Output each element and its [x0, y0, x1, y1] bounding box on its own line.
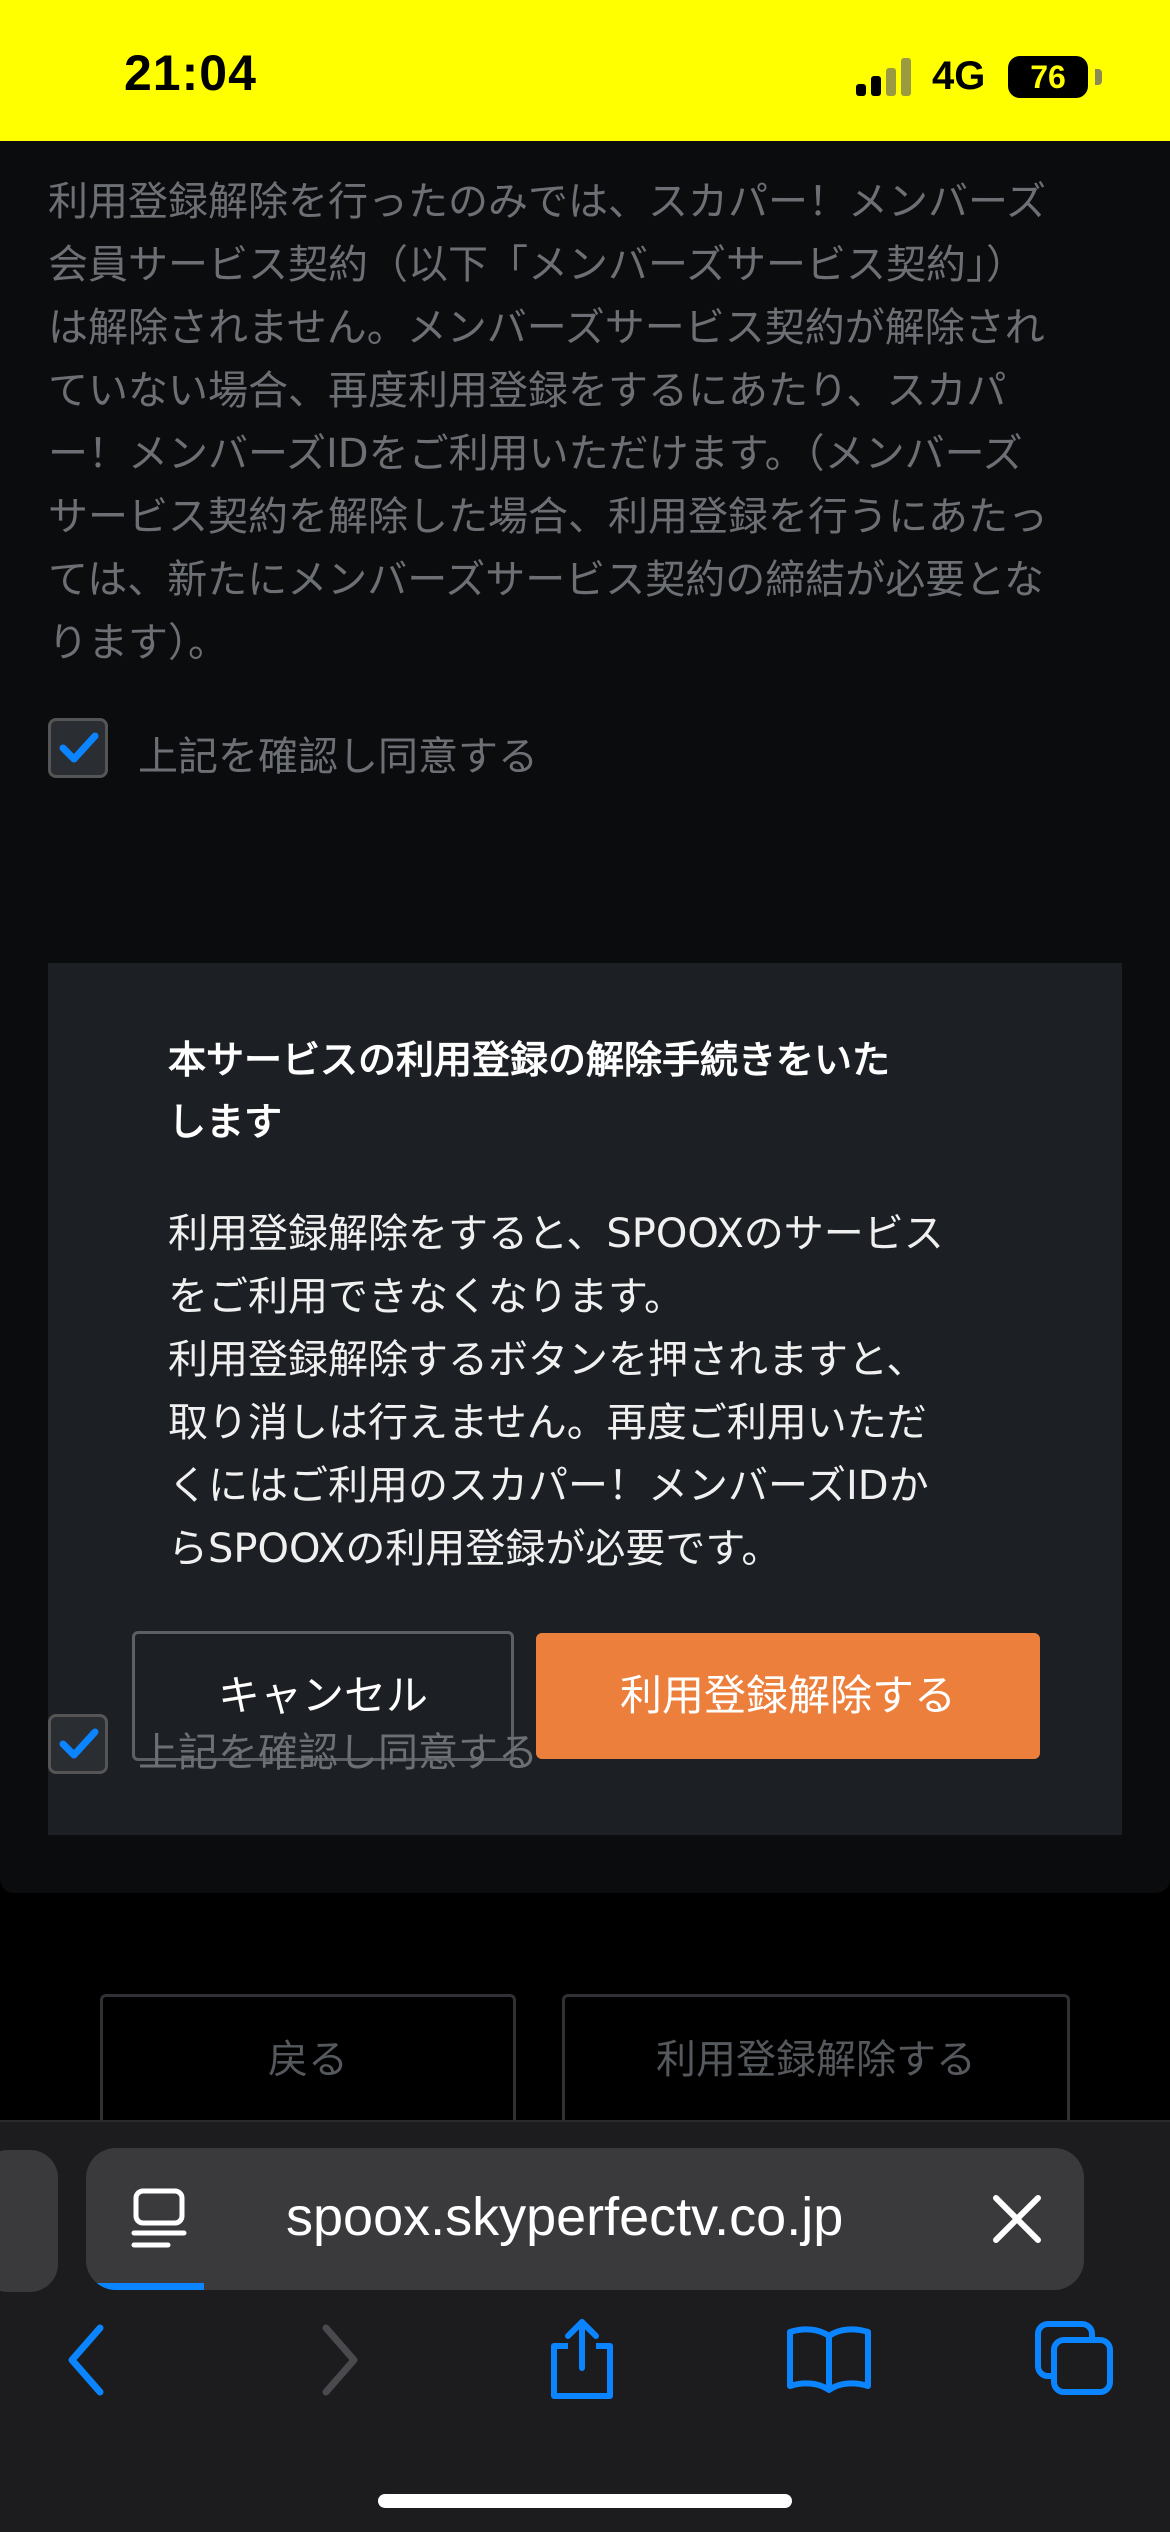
terms-line: サービス契約を解除した場合、利用登録を行うにあたっ [48, 494, 1048, 540]
share-icon[interactable] [546, 2316, 618, 2402]
terms-line: ては、新たにメンバーズサービス契約の締結が必要とな [48, 557, 1044, 603]
dialog-body-line: 取り消しは行えません。再度ご利用いただ [168, 1400, 927, 1446]
terms-line: 会員サービス契約（以下「メンバーズサービス契約」） [48, 242, 1026, 288]
agree-checkbox[interactable] [48, 718, 108, 778]
page-content: 利用登録解除を行ったのみでは、スカパー！メンバーズ 会員サービス契約（以下「メン… [0, 141, 1170, 1893]
terms-line: ー！メンバーズIDをご利用いただけます。（メンバーズ [48, 431, 1023, 477]
page-icon[interactable] [130, 2188, 200, 2250]
dialog-body-line: くにはご利用のスカパー！メンバーズIDか [168, 1463, 929, 1509]
agree-label-2: 上記を確認し同意する [138, 1730, 538, 1776]
agree-label: 上記を確認し同意する [138, 734, 538, 780]
confirm-unsubscribe-button[interactable]: 利用登録解除する [536, 1633, 1040, 1759]
terms-line: 利用登録解除を行ったのみでは、スカパー！メンバーズ [48, 179, 1046, 225]
unsubscribe-button[interactable]: 利用登録解除する [562, 1994, 1070, 2134]
terms-line: ります）。 [48, 620, 228, 666]
url-text[interactable]: spoox.skyperfectv.co.jp [286, 2186, 843, 2248]
dialog-body: 利用登録解除をすると、SPOOXのサービス をご利用できなくなります。 利用登録… [168, 1203, 988, 1581]
address-bar[interactable]: spoox.skyperfectv.co.jp [86, 2148, 1084, 2290]
terms-paragraph: 利用登録解除を行ったのみでは、スカパー！メンバーズ 会員サービス契約（以下「メン… [48, 171, 1128, 675]
tabs-icon[interactable] [1032, 2318, 1116, 2398]
back-button[interactable]: 戻る [100, 1994, 516, 2134]
dialog-title-line: します [168, 1100, 283, 1144]
previous-tab-preview[interactable] [0, 2150, 58, 2292]
battery-icon: 76 [1008, 56, 1102, 98]
check-icon [59, 732, 99, 763]
unsubscribe-dialog: 本サービスの利用登録の解除手続きをいた します 利用登録解除をすると、SPOOX… [48, 963, 1122, 1835]
chevron-right-icon[interactable] [312, 2320, 366, 2400]
dialog-body-line: らSPOOXの利用登録が必要です。 [168, 1526, 782, 1572]
dialog-title-line: 本サービスの利用登録の解除手続きをいた [168, 1038, 891, 1082]
agree-checkbox-2[interactable] [48, 1714, 108, 1774]
signal-icon [856, 58, 916, 96]
network-type: 4G [932, 54, 986, 98]
terms-line: は解除されません。メンバーズサービス契約が解除され [48, 305, 1045, 351]
dialog-body-line: をご利用できなくなります。 [168, 1274, 684, 1320]
terms-line: ていない場合、再度利用登録をするにあたり、スカパ [48, 368, 1007, 414]
close-icon[interactable] [986, 2188, 1048, 2250]
dialog-body-line: 利用登録解除をすると、SPOOXのサービス [168, 1211, 944, 1257]
page-load-progress [86, 2283, 204, 2290]
chevron-left-icon[interactable] [60, 2320, 114, 2400]
book-icon[interactable] [784, 2322, 874, 2394]
status-bar: 21:04 4G 76 [0, 0, 1170, 141]
dialog-body-line: 利用登録解除するボタンを押されますと、 [168, 1337, 927, 1383]
check-icon [59, 1728, 99, 1759]
home-indicator[interactable] [378, 2494, 792, 2508]
status-time: 21:04 [124, 45, 257, 101]
dialog-title: 本サービスの利用登録の解除手続きをいた します [168, 1029, 988, 1153]
